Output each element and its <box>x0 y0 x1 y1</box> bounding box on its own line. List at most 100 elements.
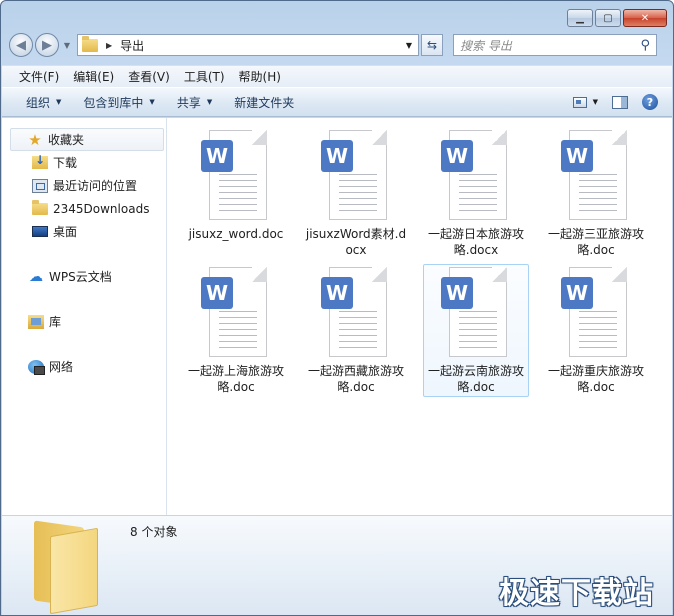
nav-recent-places[interactable]: 最近访问的位置 <box>2 174 166 197</box>
search-input[interactable]: 搜索 导出 ⚲ <box>453 34 657 56</box>
nav-libraries[interactable]: 库 <box>2 310 166 333</box>
file-item[interactable]: WjisuxzWord素材.docx <box>303 127 409 260</box>
view-controls: ▼ ? <box>572 94 658 110</box>
nav-2345downloads[interactable]: 2345Downloads <box>2 197 166 220</box>
network-icon <box>28 359 45 375</box>
menu-bar: 文件(F) 编辑(E) 查看(V) 工具(T) 帮助(H) <box>2 65 672 87</box>
chevron-down-icon: ▼ <box>149 98 155 106</box>
search-placeholder: 搜索 导出 <box>460 38 512 53</box>
nav-downloads[interactable]: 下载 <box>2 151 166 174</box>
wps-w-badge: W <box>201 140 233 172</box>
word-document-icon: W <box>435 267 517 359</box>
file-item[interactable]: W 一起游重庆旅游攻略.doc <box>543 264 649 397</box>
word-document-icon: W <box>555 267 637 359</box>
forward-button[interactable]: ▶ <box>35 33 59 57</box>
minimize-button[interactable]: ▁ <box>567 9 593 27</box>
new-folder-button[interactable]: 新建文件夹 <box>226 94 302 111</box>
chevron-down-icon: ▼ <box>206 98 213 106</box>
star-icon: ★ <box>28 130 42 149</box>
menu-view[interactable]: 查看(V) <box>121 68 177 85</box>
breadcrumb-segment[interactable]: 导出 <box>120 37 144 54</box>
folder-icon <box>32 199 48 215</box>
back-arrow-icon: ◀ <box>16 37 26 53</box>
address-row: ◀ ▶ ▼ ▶ 导出 ▼ ⇆ 搜索 导出 ⚲ <box>9 31 665 59</box>
caption-buttons: ▁ ▢ ✕ <box>567 9 667 27</box>
word-document-icon: W <box>195 130 277 222</box>
view-options-chevron-icon[interactable]: ▼ <box>593 98 598 106</box>
nav-label: 桌面 <box>53 225 78 239</box>
nav-label: 网络 <box>49 360 74 374</box>
cloud-icon: ☁ <box>29 268 43 285</box>
file-name: 一起游三亚旅游攻略.doc <box>547 227 644 257</box>
wps-w-badge: W <box>321 140 353 172</box>
menu-help[interactable]: 帮助(H) <box>232 68 288 85</box>
menu-file[interactable]: 文件(F) <box>12 68 66 85</box>
refresh-icon: ⇆ <box>426 38 438 52</box>
library-icon <box>28 314 44 329</box>
file-name: 一起游重庆旅游攻略.doc <box>547 364 644 394</box>
nav-label: 库 <box>49 315 62 329</box>
file-item[interactable]: W 一起游三亚旅游攻略.doc <box>543 127 649 260</box>
file-item[interactable]: W 一起游西藏旅游攻略.doc <box>303 264 409 397</box>
nav-label: 下载 <box>53 156 78 170</box>
help-icon[interactable]: ? <box>642 94 658 110</box>
new-folder-label: 新建文件夹 <box>234 95 295 110</box>
change-view-icon[interactable] <box>572 96 587 108</box>
breadcrumb-arrow-icon[interactable]: ▶ <box>106 41 112 50</box>
file-item[interactable]: W 一起游云南旅游攻略.doc <box>423 264 529 397</box>
maximize-button[interactable]: ▢ <box>595 9 621 27</box>
recent-places-icon <box>32 178 48 193</box>
desktop-icon <box>32 226 48 237</box>
wps-w-badge: W <box>561 277 593 309</box>
word-document-icon: W <box>555 130 637 222</box>
item-count: 8 个对象 <box>130 525 178 539</box>
command-bar: 组织 ▼ 包含到库中 ▼ 共享 ▼ 新建文件夹 ▼ ? <box>2 87 672 117</box>
menu-tools[interactable]: 工具(T) <box>177 68 232 85</box>
nav-network[interactable]: 网络 <box>2 355 166 378</box>
file-name: jisuxz_word.doc <box>188 227 284 241</box>
main-content: ★ 收藏夹 下载 最近访问的位置 2345Downloads 桌面 ☁ <box>2 118 672 515</box>
nav-favorites[interactable]: ★ 收藏夹 <box>10 128 164 151</box>
file-item[interactable]: W 一起游上海旅游攻略.doc <box>183 264 289 397</box>
address-dropdown-icon[interactable]: ▼ <box>406 41 412 50</box>
share-label: 共享 <box>176 95 201 110</box>
wps-w-badge: W <box>441 277 473 309</box>
organize-button[interactable]: 组织 ▼ <box>18 94 69 111</box>
nav-label: 收藏夹 <box>48 133 85 147</box>
close-button[interactable]: ✕ <box>623 9 667 27</box>
file-item[interactable]: W 一起游日本旅游攻略.docx <box>423 127 529 260</box>
folder-icon <box>82 35 98 52</box>
history-dropdown-icon[interactable]: ▼ <box>61 41 73 50</box>
file-name: 一起游西藏旅游攻略.doc <box>307 364 404 394</box>
search-icon[interactable]: ⚲ <box>640 38 650 53</box>
downloads-folder-icon <box>32 153 48 169</box>
nav-wps-cloud[interactable]: ☁ WPS云文档 <box>2 265 166 288</box>
watermark-logo: 极速下载站 <box>499 576 654 611</box>
nav-desktop[interactable]: 桌面 <box>2 220 166 243</box>
file-name: 一起游云南旅游攻略.doc <box>427 364 524 394</box>
file-name: 一起游日本旅游攻略.docx <box>427 227 524 257</box>
word-document-icon: W <box>315 267 397 359</box>
wps-w-badge: W <box>201 277 233 309</box>
menu-edit[interactable]: 编辑(E) <box>66 68 121 85</box>
preview-pane-icon[interactable] <box>612 95 628 109</box>
word-document-icon: W <box>195 267 277 359</box>
details-pane: 8 个对象 极速下载站 <box>2 515 672 615</box>
file-item[interactable]: Wjisuxz_word.doc <box>183 127 289 260</box>
address-bar[interactable]: ▶ 导出 ▼ <box>77 34 419 56</box>
share-button[interactable]: 共享 ▼ <box>169 94 220 111</box>
refresh-button[interactable]: ⇆ <box>421 34 443 56</box>
organize-label: 组织 <box>26 95 51 110</box>
file-list: Wjisuxz_word.doc WjisuxzWord素材.docx W 一起游日本… <box>167 118 672 515</box>
nav-label: 最近访问的位置 <box>53 179 138 193</box>
explorer-window: ▁ ▢ ✕ ◀ ▶ ▼ ▶ 导出 ▼ ⇆ 搜索 导出 ⚲ 文件(F) 编辑(E)… <box>0 0 674 616</box>
include-library-button[interactable]: 包含到库中 ▼ <box>75 94 162 111</box>
forward-arrow-icon: ▶ <box>42 37 52 53</box>
wps-w-badge: W <box>441 140 473 172</box>
back-button[interactable]: ◀ <box>9 33 33 57</box>
nav-label: 2345Downloads <box>53 201 150 216</box>
nav-label: WPS云文档 <box>49 270 112 284</box>
word-document-icon: W <box>315 130 397 222</box>
